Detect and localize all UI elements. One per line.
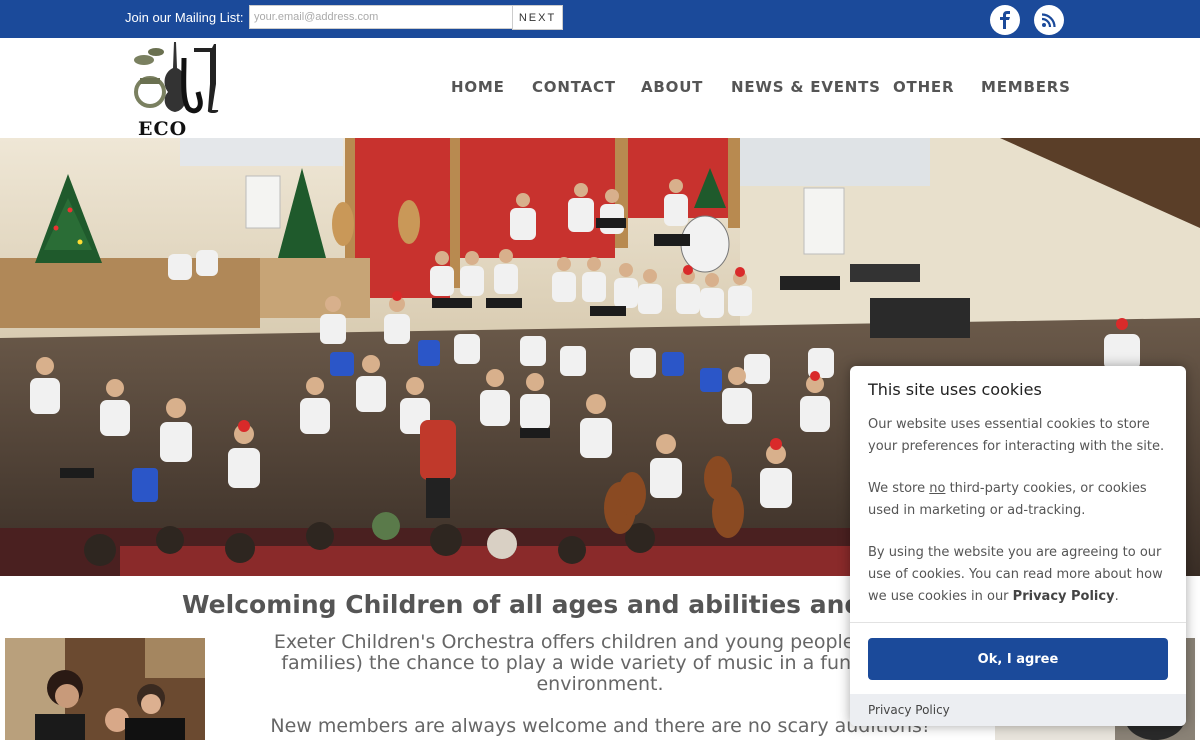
cookie-footer: Privacy Policy: [850, 694, 1186, 726]
cookie-paragraph: Our website uses essential cookies to st…: [868, 417, 1165, 454]
cookie-body: Our website uses essential cookies to st…: [868, 414, 1168, 628]
email-input[interactable]: [249, 5, 513, 29]
main-navigation: HOME CONTACT ABOUT NEWS & EVENTS OTHER M…: [0, 78, 1200, 98]
cookie-consent-dialog: This site uses cookies Our website uses …: [850, 366, 1186, 726]
cookie-title: This site uses cookies: [868, 380, 1042, 399]
facebook-link[interactable]: [990, 5, 1020, 35]
nav-members[interactable]: MEMBERS: [981, 78, 1071, 96]
nav-contact[interactable]: CONTACT: [532, 78, 616, 96]
next-button[interactable]: NEXT: [512, 5, 563, 30]
cookie-no-emphasis: no: [929, 481, 946, 496]
left-thumbnail-photo: [5, 638, 205, 740]
young-musicians-photo: [5, 638, 205, 740]
cookie-paragraph: By using the website you are agreeing to…: [868, 542, 1168, 608]
rss-link[interactable]: [1034, 5, 1064, 35]
nav-about[interactable]: ABOUT: [641, 78, 703, 96]
site-header: ECO HOME CONTACT ABOUT NEWS & EVENTS OTH…: [0, 38, 1200, 140]
nav-news-events[interactable]: NEWS & EVENTS: [731, 78, 881, 96]
nav-home[interactable]: HOME: [451, 78, 505, 96]
facebook-icon: [1000, 11, 1010, 29]
cookie-text: .: [1114, 589, 1119, 604]
cookie-text: We store: [868, 481, 930, 496]
cookie-paragraph: We store no third-party cookies, or cook…: [868, 478, 1168, 522]
cookie-privacy-link[interactable]: Privacy Policy: [1013, 589, 1115, 604]
cookie-divider: [850, 622, 1186, 623]
nav-other[interactable]: OTHER: [893, 78, 954, 96]
rss-icon: [1041, 13, 1056, 28]
top-bar: Join our Mailing List: NEXT: [0, 0, 1200, 38]
agree-button[interactable]: Ok, I agree: [868, 638, 1168, 680]
logo-text: ECO: [138, 118, 188, 140]
privacy-policy-link[interactable]: Privacy Policy: [868, 703, 950, 717]
mailing-list-label: Join our Mailing List:: [125, 10, 244, 25]
